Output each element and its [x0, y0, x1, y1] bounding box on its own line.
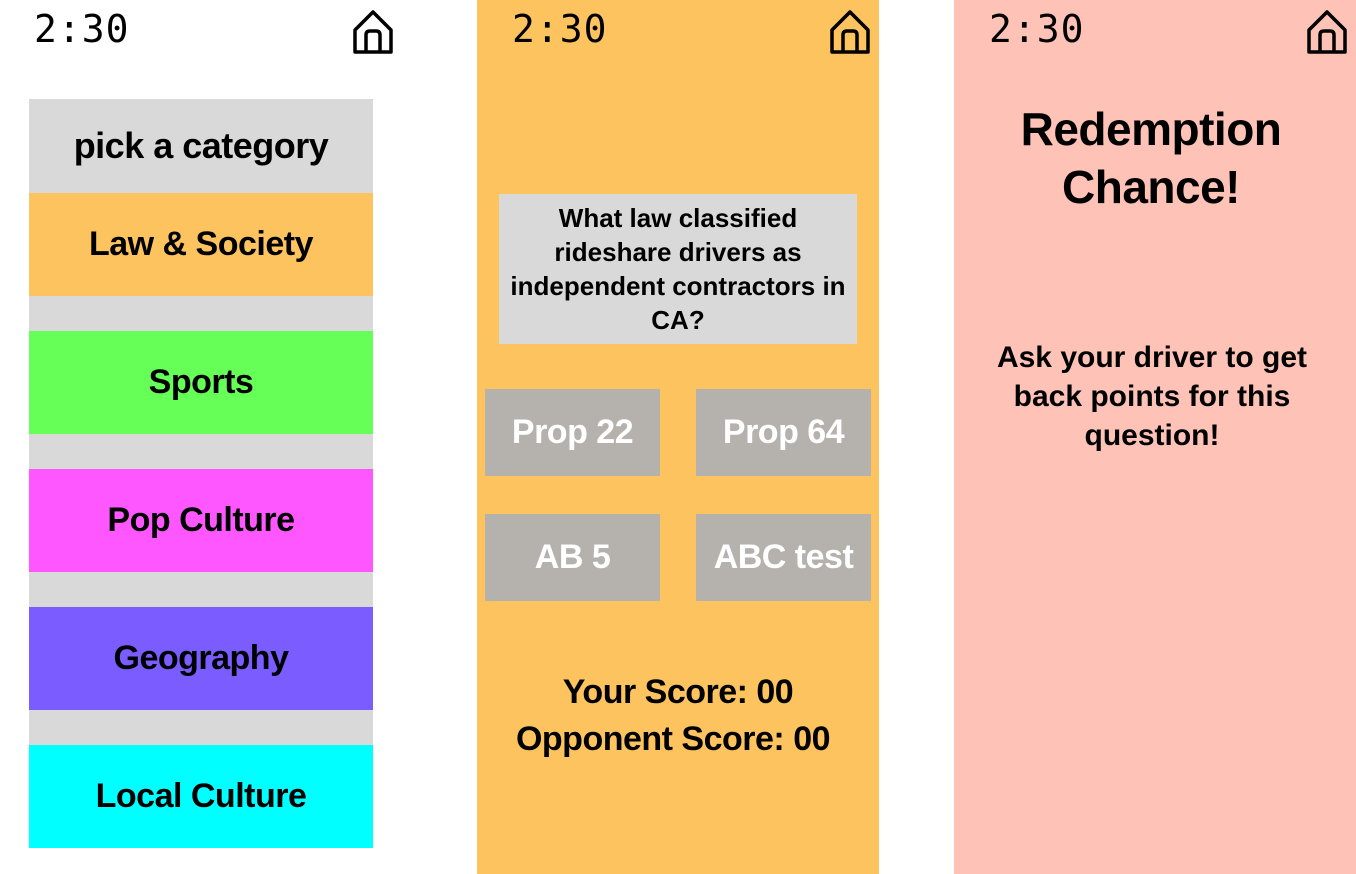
redemption-title: Redemption Chance!: [1020, 103, 1282, 213]
home-button[interactable]: [1306, 9, 1348, 55]
answer-button-prop-22[interactable]: Prop 22: [485, 389, 660, 476]
category-pop-culture-button[interactable]: Pop Culture: [29, 469, 373, 572]
category-list-title: pick a category: [73, 125, 329, 166]
category-screen: 2:30 pick a category Law & Society Sport…: [0, 0, 420, 874]
timer-display: 2:30: [34, 7, 130, 51]
opponent-score: Opponent Score: 00: [515, 720, 831, 758]
home-button[interactable]: [829, 9, 871, 55]
redemption-screen: 2:30 Redemption Chance! Ask your driver …: [954, 0, 1356, 874]
answer-button-prop-64[interactable]: Prop 64: [696, 389, 871, 476]
redemption-message: Ask your driver to get back points for t…: [996, 341, 1308, 452]
category-sports-button[interactable]: Sports: [29, 331, 373, 434]
home-icon: [1307, 10, 1347, 54]
home-button[interactable]: [352, 9, 394, 55]
your-score: Your Score: 00: [562, 673, 794, 711]
category-local-culture-button[interactable]: Local Culture: [29, 745, 373, 848]
question-text: What law classified rideshare drivers as…: [499, 194, 857, 344]
question-screen: 2:30 What law classified rideshare drive…: [477, 0, 879, 874]
category-law-society-button[interactable]: Law & Society: [29, 193, 373, 296]
category-list: pick a category Law & Society Sports Pop…: [29, 99, 373, 848]
timer-display: 2:30: [512, 7, 608, 51]
home-icon: [830, 10, 870, 54]
answer-button-ab-5[interactable]: AB 5: [485, 514, 660, 601]
answer-button-abc-test[interactable]: ABC test: [696, 514, 871, 601]
home-icon: [353, 10, 393, 54]
category-geography-button[interactable]: Geography: [29, 607, 373, 710]
timer-display: 2:30: [989, 7, 1085, 51]
